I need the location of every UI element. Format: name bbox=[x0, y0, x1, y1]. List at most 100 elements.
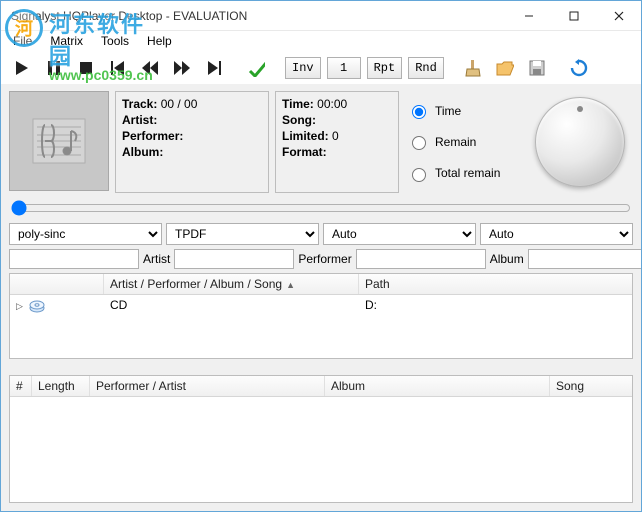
menu-matrix[interactable]: Matrix bbox=[42, 32, 91, 50]
performer-filter-label: Performer bbox=[296, 252, 353, 266]
broom-icon bbox=[464, 59, 482, 77]
library-body: ▷ CD D: bbox=[10, 295, 632, 355]
time-mode-total-label: Total remain bbox=[435, 166, 500, 180]
time-mode-total-radio[interactable] bbox=[412, 168, 426, 182]
time-mode-group: Time Remain Total remain bbox=[405, 91, 521, 193]
volume-knob-area bbox=[527, 91, 633, 193]
seek-slider[interactable] bbox=[11, 200, 631, 216]
maximize-button[interactable] bbox=[551, 1, 596, 30]
minimize-button[interactable] bbox=[506, 1, 551, 30]
rewind-button[interactable] bbox=[138, 56, 162, 80]
folder-open-icon bbox=[496, 59, 514, 77]
format-label: Format: bbox=[282, 145, 327, 159]
limited-value: 0 bbox=[332, 129, 339, 143]
pause-button[interactable] bbox=[42, 56, 66, 80]
playlist-col-song[interactable]: Song bbox=[550, 376, 632, 396]
library-list[interactable]: Artist / Performer / Album / Song▲ Path … bbox=[9, 273, 633, 359]
open-button[interactable] bbox=[493, 56, 517, 80]
cd-drive-icon bbox=[29, 298, 45, 314]
menu-help[interactable]: Help bbox=[139, 32, 180, 50]
save-button[interactable] bbox=[525, 56, 549, 80]
rate-select[interactable]: Auto bbox=[323, 223, 476, 245]
album-label: Album: bbox=[122, 145, 163, 159]
playlist-header: # Length Performer / Artist Album Song bbox=[10, 376, 632, 397]
dsp-dropdown-row: poly-sinc TPDF Auto Auto bbox=[9, 223, 633, 245]
artist-label: Artist: bbox=[122, 113, 157, 127]
sort-asc-icon: ▲ bbox=[282, 280, 295, 290]
track-label: Track: bbox=[122, 97, 157, 111]
performer-label: Performer: bbox=[122, 129, 183, 143]
time-mode-remain[interactable]: Remain bbox=[407, 133, 519, 150]
floppy-icon bbox=[528, 59, 546, 77]
menu-tools[interactable]: Tools bbox=[93, 32, 137, 50]
titlebar: Signalyst HQPlayer Desktop - EVALUATION bbox=[1, 1, 641, 31]
seek-slider-row bbox=[9, 197, 633, 219]
phase-button[interactable]: 1 bbox=[327, 57, 361, 79]
playlist-col-num[interactable]: # bbox=[10, 376, 32, 396]
check-icon bbox=[247, 59, 265, 77]
playlist-col-performer[interactable]: Performer / Artist bbox=[90, 376, 325, 396]
stop-icon bbox=[77, 59, 95, 77]
prev-track-icon bbox=[109, 59, 127, 77]
time-value: 00:00 bbox=[317, 97, 347, 111]
time-mode-time-radio[interactable] bbox=[412, 105, 426, 119]
album-art bbox=[9, 91, 109, 191]
track-value: 00 / 00 bbox=[161, 97, 198, 111]
library-col-path[interactable]: Path bbox=[359, 274, 632, 294]
stop-button[interactable] bbox=[74, 56, 98, 80]
time-mode-remain-radio[interactable] bbox=[412, 136, 426, 150]
filter-select[interactable]: poly-sinc bbox=[9, 223, 162, 245]
artist-filter-input[interactable] bbox=[174, 249, 294, 269]
playlist-col-album[interactable]: Album bbox=[325, 376, 550, 396]
close-button[interactable] bbox=[596, 1, 641, 30]
minimize-icon bbox=[524, 11, 534, 21]
library-col-main[interactable]: Artist / Performer / Album / Song▲ bbox=[104, 274, 359, 294]
fastforward-icon bbox=[173, 59, 191, 77]
artist-filter-label: Artist bbox=[141, 252, 172, 266]
play-icon bbox=[13, 59, 31, 77]
format-select[interactable]: Auto bbox=[480, 223, 633, 245]
time-mode-time-label: Time bbox=[435, 104, 461, 118]
invert-button[interactable]: Inv bbox=[285, 57, 321, 79]
app-window: 河 河东软件园 www.pc0359.cn Signalyst HQPlayer… bbox=[0, 0, 642, 512]
table-row[interactable]: ▷ CD D: bbox=[10, 295, 632, 317]
rewind-icon bbox=[141, 59, 159, 77]
next-track-button[interactable] bbox=[202, 56, 226, 80]
search-field[interactable] bbox=[9, 249, 139, 269]
album-filter-input[interactable] bbox=[528, 249, 641, 269]
song-label: Song: bbox=[282, 113, 316, 127]
refresh-icon bbox=[570, 59, 588, 77]
refresh-button[interactable] bbox=[567, 56, 591, 80]
playlist-list[interactable]: # Length Performer / Artist Album Song bbox=[9, 375, 633, 503]
time-label: Time: bbox=[282, 97, 314, 111]
library-row-path: D: bbox=[359, 295, 632, 317]
playlist-col-length[interactable]: Length bbox=[32, 376, 90, 396]
playlist-body bbox=[10, 397, 632, 501]
random-button[interactable]: Rnd bbox=[408, 57, 444, 79]
clear-button[interactable] bbox=[461, 56, 485, 80]
prev-track-button[interactable] bbox=[106, 56, 130, 80]
volume-knob[interactable] bbox=[535, 97, 625, 187]
apply-button[interactable] bbox=[244, 56, 268, 80]
now-playing-row: Track: 00 / 00 Artist: Performer: Album:… bbox=[9, 91, 633, 193]
performer-filter-input[interactable] bbox=[356, 249, 486, 269]
dither-select[interactable]: TPDF bbox=[166, 223, 319, 245]
close-icon bbox=[614, 11, 624, 21]
library-col-blank[interactable] bbox=[10, 274, 104, 294]
menu-file[interactable]: File bbox=[5, 32, 40, 50]
time-mode-time[interactable]: Time bbox=[407, 102, 519, 119]
menubar: File Matrix Tools Help bbox=[1, 31, 641, 51]
time-info-panel: Time: 00:00 Song: Limited: 0 Format: bbox=[275, 91, 399, 193]
album-filter-label: Album bbox=[488, 252, 526, 266]
time-mode-total[interactable]: Total remain bbox=[407, 165, 519, 182]
fastforward-button[interactable] bbox=[170, 56, 194, 80]
track-info-panel: Track: 00 / 00 Artist: Performer: Album: bbox=[115, 91, 269, 193]
library-row-label: CD bbox=[104, 295, 359, 317]
time-mode-remain-label: Remain bbox=[435, 135, 476, 149]
expand-icon[interactable]: ▷ bbox=[16, 301, 23, 312]
pause-icon bbox=[45, 59, 63, 77]
limited-label: Limited: bbox=[282, 129, 329, 143]
client-area: Track: 00 / 00 Artist: Performer: Album:… bbox=[1, 85, 641, 511]
repeat-button[interactable]: Rpt bbox=[367, 57, 403, 79]
play-button[interactable] bbox=[10, 56, 34, 80]
